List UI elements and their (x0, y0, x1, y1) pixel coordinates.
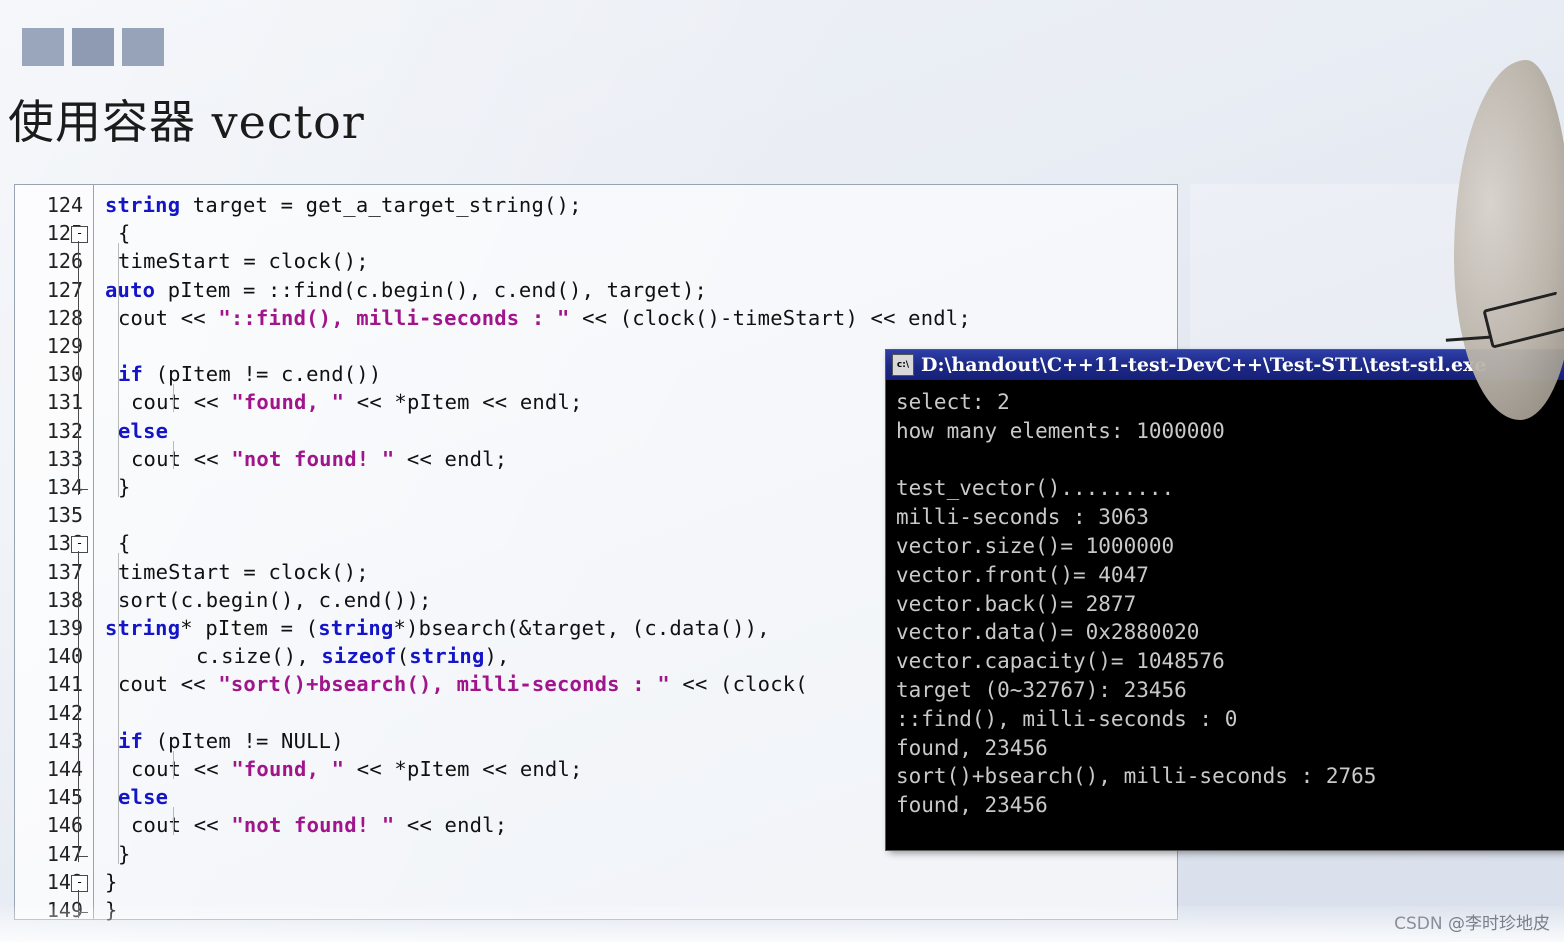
code-line[interactable]: } (105, 870, 118, 894)
console-output: select: 2 how many elements: 1000000 tes… (896, 390, 1377, 818)
code-line[interactable]: } (118, 842, 131, 866)
code-line[interactable]: cout << "::find(), milli-seconds : " << … (118, 306, 971, 330)
line-number: 141 (46, 672, 83, 697)
deco-square-3 (122, 28, 164, 66)
line-number: 145 (46, 785, 83, 810)
line-number: 130 (46, 362, 83, 387)
fold-guide-end (78, 489, 88, 490)
fold-toggle-icon[interactable]: - (71, 226, 88, 244)
indent-guide (173, 807, 174, 836)
code-line[interactable]: cout << "not found! " << endl; (131, 447, 507, 471)
line-number: 135 (46, 503, 83, 528)
code-line[interactable]: string target = get_a_target_string(); (105, 193, 582, 217)
code-line[interactable]: timeStart = clock(); (118, 560, 369, 584)
code-line[interactable]: cout << "found, " << *pItem << endl; (131, 390, 583, 414)
line-number: 137 (46, 559, 83, 584)
bottom-strip (0, 906, 1564, 942)
line-number: 144 (46, 757, 83, 781)
code-line[interactable]: auto pItem = ::find(c.begin(), c.end(), … (105, 278, 707, 302)
indent-guide (173, 440, 174, 469)
code-line[interactable]: sort(c.begin(), c.end()); (118, 588, 432, 612)
code-line[interactable]: else (118, 785, 168, 809)
watermark-csdn: CSDN (1394, 914, 1443, 934)
line-number: 127 (46, 277, 83, 302)
indent-guide (173, 384, 174, 413)
indent-guide (173, 750, 174, 779)
code-line[interactable]: cout << "sort()+bsearch(), milli-seconds… (118, 672, 808, 696)
line-number: 133 (46, 446, 83, 471)
line-number: 134 (46, 475, 83, 499)
fold-toggle-icon[interactable]: - (71, 874, 88, 892)
watermark: CSDN @李时珍地皮 (1394, 909, 1550, 934)
line-number: 147 (46, 841, 83, 866)
indent-guide (118, 553, 119, 864)
code-line[interactable]: { (118, 531, 131, 555)
console-title-bar[interactable]: c:\ D:\handout\C++11-test-DevC++\Test-ST… (886, 350, 1564, 380)
line-number: 131 (46, 390, 83, 415)
code-line[interactable]: else (118, 419, 168, 443)
code-line[interactable]: cout << "found, " << *pItem << endl; (131, 757, 583, 781)
line-number: 143 (46, 728, 83, 753)
code-line[interactable]: { (118, 221, 131, 245)
line-number: 126 (46, 249, 83, 274)
deco-square-2 (72, 28, 114, 66)
code-line[interactable]: if (pItem != c.end()) (118, 362, 381, 386)
code-line[interactable]: } (118, 475, 131, 499)
line-number: 128 (46, 305, 83, 330)
code-line[interactable]: timeStart = clock(); (118, 249, 369, 273)
line-number: 146 (46, 813, 83, 838)
line-number: 142 (46, 700, 83, 725)
code-line[interactable]: cout << "not found! " << endl; (131, 813, 507, 837)
line-number: 138 (46, 587, 83, 612)
fold-guide-bar (78, 551, 79, 862)
line-number: 129 (46, 334, 83, 358)
console-title-text: D:\handout\C++11-test-DevC++\Test-STL\te… (921, 354, 1487, 376)
code-line[interactable]: c.size(), sizeof(string), (196, 644, 510, 668)
code-line[interactable]: if (pItem != NULL) (118, 729, 344, 753)
watermark-author: @李时珍地皮 (1448, 914, 1550, 934)
deco-square-1 (22, 28, 64, 66)
console-window[interactable]: c:\ D:\handout\C++11-test-DevC++\Test-ST… (886, 350, 1564, 850)
page-title: 使用容器 vector (8, 95, 365, 149)
fold-toggle-icon[interactable]: - (71, 536, 88, 554)
line-number: 140 (46, 644, 83, 669)
three-squares-decoration (22, 28, 164, 66)
line-number: 139 (46, 616, 83, 640)
cmd-console-icon: c:\ (892, 354, 914, 376)
fold-guide-end (78, 855, 88, 857)
line-number: 124 (46, 193, 83, 217)
code-line[interactable]: string* pItem = (string*)bsearch(&target… (105, 616, 770, 640)
indent-guide (118, 243, 119, 497)
fold-guide-bar (78, 241, 79, 495)
line-number: 132 (46, 418, 83, 443)
